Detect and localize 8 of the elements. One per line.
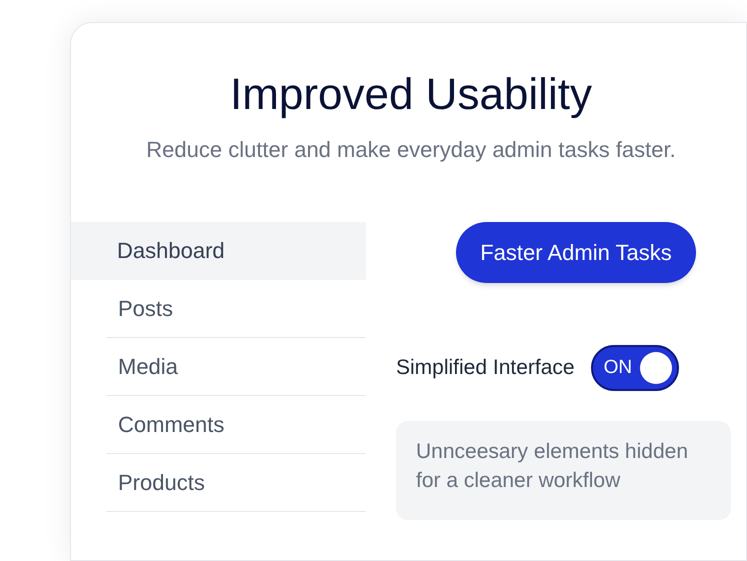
subtitle: Reduce clutter and make everyday admin tasks faster. xyxy=(145,136,677,164)
toggle-label: Simplified Interface xyxy=(396,355,575,382)
heading: Improved Usability xyxy=(230,69,592,121)
toggle-knob xyxy=(640,352,672,384)
toggle-switch[interactable]: ON xyxy=(590,344,679,391)
sidebar-item[interactable]: Dashboard xyxy=(71,222,366,280)
faster-admin-tasks-button[interactable]: Faster Admin Tasks xyxy=(456,222,696,283)
note-text: Unnceesary elements hidden for a cleaner workflow xyxy=(416,438,689,494)
